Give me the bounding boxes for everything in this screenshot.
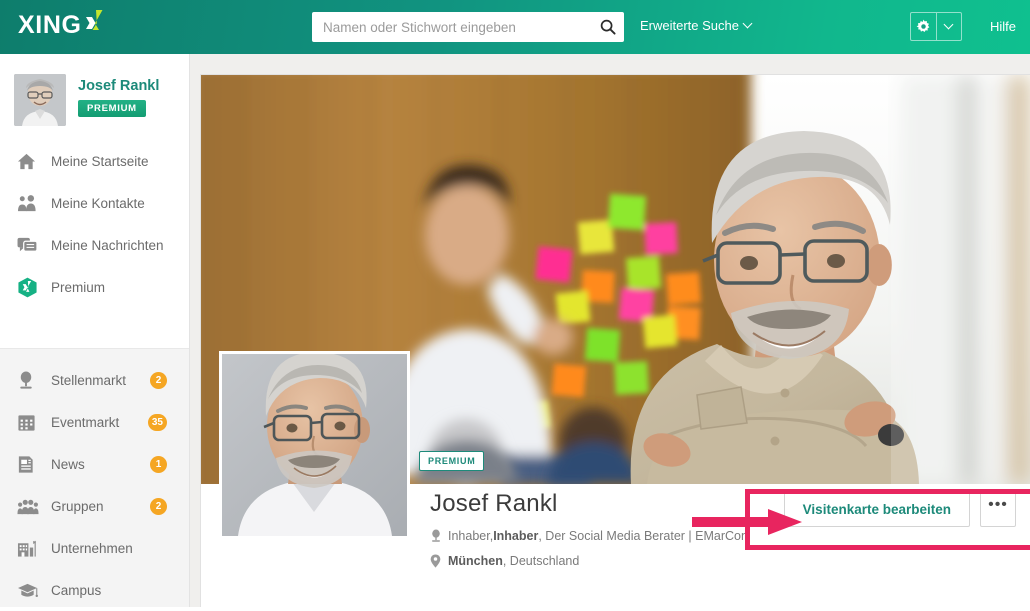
profile-card: PREMIUM Josef Rankl Inhaber, Inhaber , D… <box>201 75 1030 607</box>
gear-icon <box>916 19 930 33</box>
search-input[interactable] <box>323 13 592 41</box>
sidebar-item-meine-kontakte[interactable]: Meine Kontakte <box>0 182 189 224</box>
profile-job-prefix: Inhaber, <box>448 529 494 543</box>
sidebar-item-meine-startseite[interactable]: Meine Startseite <box>0 140 189 182</box>
profile-photo[interactable] <box>219 351 410 539</box>
avatar[interactable] <box>14 74 66 126</box>
sidebar-item-campus[interactable]: Campus <box>0 569 189 611</box>
left-sidebar: Josef Rankl PREMIUM Meine Startseite Mei… <box>0 54 190 607</box>
profile-photo-image <box>222 354 407 536</box>
sidebar-item-label: Meine Kontakte <box>51 195 145 211</box>
company-icon <box>17 539 43 558</box>
sidebar-item-label: Gruppen <box>51 498 104 514</box>
sidebar-nav-bottom: Stellenmarkt 2 Eventmarkt 35 News 1 Grup… <box>0 349 189 611</box>
sidebar-item-stellenmarkt[interactable]: Stellenmarkt 2 <box>0 359 189 401</box>
advanced-search-link[interactable]: Erweiterte Suche <box>640 18 753 33</box>
sidebar-nav-top: Meine Startseite Meine Kontakte Meine Na… <box>0 140 189 308</box>
home-icon <box>17 152 43 171</box>
sidebar-item-label: News <box>51 456 85 472</box>
settings-control-group[interactable] <box>910 12 962 41</box>
sidebar-item-badge: 35 <box>147 413 167 431</box>
sidebar-item-badge: 2 <box>150 371 167 389</box>
cover-premium-badge: PREMIUM <box>419 451 485 471</box>
help-link[interactable]: Hilfe <box>990 19 1016 34</box>
sidebar-bottom-section: Stellenmarkt 2 Eventmarkt 35 News 1 Grup… <box>0 348 189 607</box>
sidebar-top-section: Josef Rankl PREMIUM Meine Startseite Mei… <box>0 54 189 348</box>
sidebar-item-meine-nachrichten[interactable]: Meine Nachrichten <box>0 224 189 266</box>
job-icon <box>430 529 448 543</box>
page-title: Josef Rankl <box>430 490 558 517</box>
sidebar-user-block[interactable]: Josef Rankl PREMIUM <box>0 54 189 126</box>
profile-location-city: München <box>448 554 503 568</box>
sidebar-item-unternehmen[interactable]: Unternehmen <box>0 527 189 569</box>
sidebar-item-label: Meine Startseite <box>51 153 149 169</box>
sidebar-user-meta: Josef Rankl PREMIUM <box>78 74 159 117</box>
job-icon <box>17 370 43 390</box>
profile-job-row: Inhaber, Inhaber, Der Social Media Berat… <box>430 529 760 543</box>
search-bar[interactable] <box>312 12 624 42</box>
top-header-bar: XING Erweiterte Suche <box>0 0 1030 54</box>
profile-identity: Josef Rankl Inhaber, Inhaber, Der Social… <box>430 490 760 568</box>
sidebar-premium-badge: PREMIUM <box>78 100 146 117</box>
chevron-down-icon <box>742 18 753 29</box>
xing-logo[interactable]: XING <box>18 10 110 44</box>
sidebar-item-gruppen[interactable]: Gruppen 2 <box>0 485 189 527</box>
xing-x-icon <box>84 8 110 39</box>
edit-business-card-button[interactable]: Visitenkarte bearbeiten <box>783 491 970 527</box>
advanced-search-label: Erweiterte Suche <box>640 18 739 33</box>
profile-job-suffix: , Der Social Media Berater | EMarCon <box>538 529 748 543</box>
sidebar-item-badge: 1 <box>150 455 167 473</box>
chevron-down-icon <box>943 19 954 30</box>
profile-job-bold: Inhaber <box>493 529 539 543</box>
sidebar-user-name[interactable]: Josef Rankl <box>78 78 159 94</box>
xing-premium-icon <box>17 277 43 298</box>
settings-dropdown-button[interactable] <box>937 13 962 40</box>
sidebar-item-label: Unternehmen <box>51 540 133 556</box>
settings-button[interactable] <box>911 13 937 40</box>
sidebar-item-label: Eventmarkt <box>51 414 120 430</box>
sidebar-item-label: Campus <box>51 582 102 598</box>
main-content-area: PREMIUM Josef Rankl Inhaber, Inhaber , D… <box>190 54 1030 607</box>
sidebar-item-eventmarkt[interactable]: Eventmarkt 35 <box>0 401 189 443</box>
profile-location-row: München, Deutschland <box>430 554 760 568</box>
sidebar-item-premium[interactable]: Premium <box>0 266 189 308</box>
graduation-cap-icon <box>17 581 43 600</box>
search-button[interactable] <box>592 13 624 41</box>
sidebar-item-label: Stellenmarkt <box>51 372 127 388</box>
calendar-icon <box>17 413 43 432</box>
news-icon <box>17 455 43 474</box>
contacts-icon <box>17 194 43 213</box>
sidebar-item-label: Meine Nachrichten <box>51 237 164 253</box>
sidebar-item-news[interactable]: News 1 <box>0 443 189 485</box>
profile-actions: Visitenkarte bearbeiten ••• <box>783 491 1016 527</box>
search-icon <box>600 19 616 35</box>
groups-icon <box>17 497 43 516</box>
messages-icon <box>17 236 43 255</box>
sidebar-item-badge: 2 <box>150 497 167 515</box>
sidebar-item-label: Premium <box>51 279 106 295</box>
more-options-button[interactable]: ••• <box>980 491 1016 527</box>
profile-location-country: , Deutschland <box>502 554 580 568</box>
location-pin-icon <box>430 554 448 568</box>
logo-text: XING <box>18 11 82 39</box>
